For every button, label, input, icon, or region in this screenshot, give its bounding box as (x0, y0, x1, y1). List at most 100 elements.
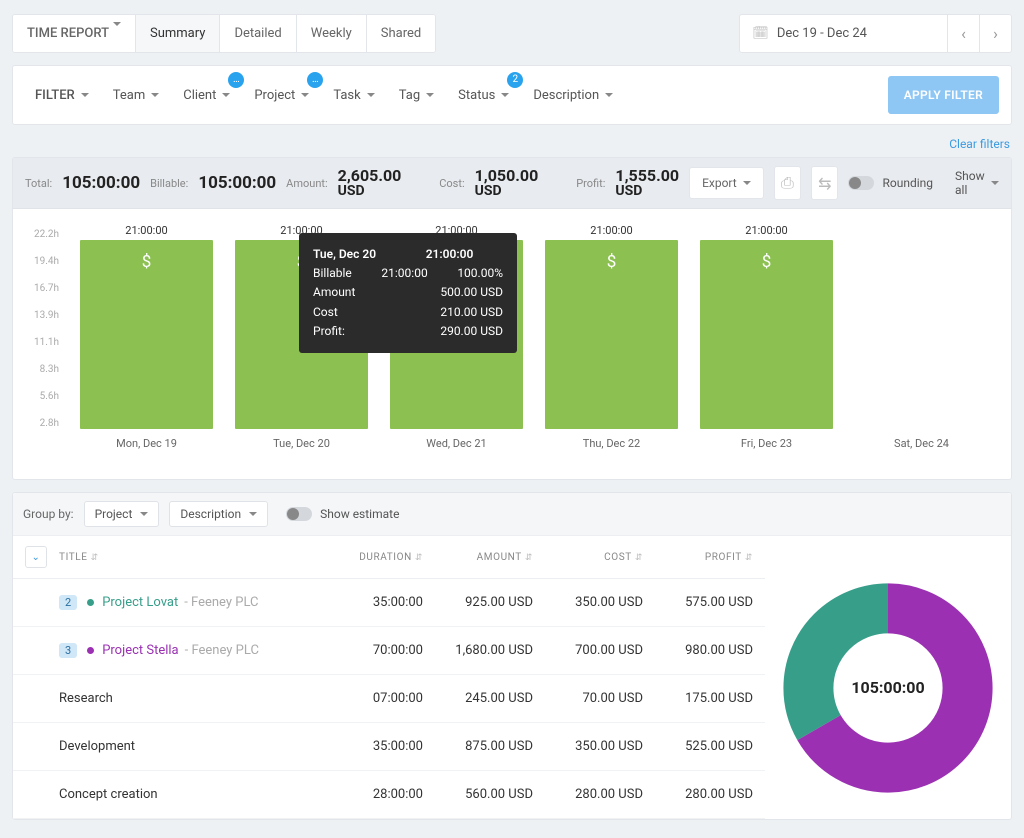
group-by-label: Group by: (23, 507, 74, 521)
filter-badge: … (228, 72, 244, 88)
time-report-dropdown[interactable]: TIME REPORT (13, 15, 136, 52)
caret-down-icon (81, 93, 89, 97)
print-button[interactable]: ⎙ (774, 166, 801, 200)
top-bar: TIME REPORT Summary Detailed Weekly Shar… (0, 0, 1024, 53)
tab-summary[interactable]: Summary (136, 15, 220, 52)
show-estimate-toggle[interactable] (286, 507, 312, 521)
col-cost[interactable]: COST⇵ (533, 552, 643, 563)
dollar-icon: $ (762, 252, 772, 272)
apply-filter-button[interactable]: APPLY FILTER (888, 76, 999, 114)
bar[interactable]: $ (700, 240, 833, 429)
amount-label: Amount: (286, 177, 328, 190)
show-all-dropdown[interactable]: Show all (955, 169, 999, 197)
sort-icon: ⇵ (415, 553, 423, 563)
caret-down-icon (140, 512, 148, 516)
table-row[interactable]: Research07:00:00245.00 USD70.00 USD175.0… (13, 675, 765, 723)
export-button[interactable]: Export (689, 167, 764, 199)
cost-label: Cost: (439, 177, 464, 190)
col-duration[interactable]: DURATION⇵ (313, 552, 423, 563)
sort-icon: ⇵ (745, 553, 753, 563)
caret-down-icon (301, 93, 309, 97)
col-profit[interactable]: PROFIT⇵ (643, 552, 753, 563)
cost-value: 1,050.00USD (475, 167, 539, 200)
report-tabs: TIME REPORT Summary Detailed Weekly Shar… (12, 14, 436, 53)
caret-down-icon (222, 93, 230, 97)
tab-weekly[interactable]: Weekly (297, 15, 367, 52)
count-badge: 2 (59, 595, 77, 610)
x-axis-labels: Mon, Dec 19Tue, Dec 20Wed, Dec 21Thu, De… (69, 437, 999, 450)
bar-column[interactable]: 21:00:00$ (69, 240, 224, 429)
caret-down-icon (367, 93, 375, 97)
caret-down-icon (426, 93, 434, 97)
clear-filters-link[interactable]: Clear filters (0, 137, 1010, 151)
share-button[interactable]: ⇆ (811, 166, 838, 200)
profit-label: Profit: (576, 177, 605, 190)
chart-card: Total: 105:00:00 Billable: 105:00:00 Amo… (12, 157, 1012, 480)
filter-card: FILTER Team Client… Project… Task Tag St… (12, 65, 1012, 125)
tab-shared[interactable]: Shared (367, 15, 435, 52)
sort-icon: ⇵ (525, 553, 533, 563)
caret-down-icon (151, 93, 159, 97)
filter-task[interactable]: Task (323, 78, 384, 113)
sort-icon: ⇵ (91, 553, 99, 563)
group-by-primary[interactable]: Project (84, 501, 160, 527)
date-range-group: 🗓 Dec 19 - Dec 24 ‹ › (739, 14, 1012, 53)
table-row[interactable]: 3Project Stella - Feeney PLC70:00:001,68… (13, 627, 765, 675)
bar-column[interactable]: 21:00:00$ (689, 240, 844, 429)
caret-down-icon (605, 93, 613, 97)
table: ⌄ TITLE⇵ DURATION⇵ AMOUNT⇵ COST⇵ PROFIT⇵… (13, 536, 765, 819)
table-row[interactable]: Development35:00:00875.00 USD350.00 USD5… (13, 723, 765, 771)
collapse-all-button[interactable]: ⌄ (25, 546, 47, 568)
filter-badge: 2 (507, 72, 523, 88)
bar[interactable]: $ (545, 240, 678, 429)
dollar-icon: $ (607, 252, 617, 272)
date-range-selector[interactable]: 🗓 Dec 19 - Dec 24 (739, 14, 948, 53)
filter-tag[interactable]: Tag (389, 78, 444, 113)
y-axis: 22.2h19.4h16.7h13.9h11.1h8.3h5.6h2.8h (17, 229, 65, 429)
caret-down-icon (249, 512, 257, 516)
filter-project[interactable]: Project… (244, 78, 319, 113)
print-icon: ⎙ (781, 173, 794, 193)
prev-range-button[interactable]: ‹ (948, 14, 980, 53)
filter-bar: FILTER Team Client… Project… Task Tag St… (13, 66, 1011, 124)
bar-column[interactable]: 21:00:00$ (534, 240, 689, 429)
profit-value: 1,555.00USD (615, 167, 679, 200)
filter-team[interactable]: Team (103, 78, 170, 113)
group-by-secondary[interactable]: Description (169, 501, 268, 527)
tab-detailed[interactable]: Detailed (220, 15, 296, 52)
total-value: 105:00:00 (62, 173, 140, 193)
chart-tooltip: Tue, Dec 2021:00:00Billable21:00:00100.0… (299, 233, 517, 353)
rounding-toggle[interactable] (848, 176, 874, 190)
count-badge: 3 (59, 643, 77, 658)
caret-down-icon (113, 22, 121, 41)
donut-chart: 105:00:00 (783, 583, 993, 793)
amount-value: 2,605.00USD (338, 167, 402, 200)
rounding-toggle-wrap: Rounding (848, 176, 933, 190)
table-row[interactable]: 2Project Lovat - Feeney PLC35:00:00925.0… (13, 579, 765, 627)
filter-status[interactable]: Status2 (448, 78, 519, 113)
table-header: ⌄ TITLE⇵ DURATION⇵ AMOUNT⇵ COST⇵ PROFIT⇵ (13, 536, 765, 579)
project-color-dot (87, 599, 94, 606)
group-by-bar: Group by: Project Description Show estim… (13, 493, 1011, 536)
donut-chart-wrap: 105:00:00 (765, 536, 1011, 819)
filter-client[interactable]: Client… (173, 78, 240, 113)
dollar-icon: $ (142, 252, 152, 272)
billable-value: 105:00:00 (198, 173, 276, 193)
total-label: Total: (25, 177, 52, 190)
col-title[interactable]: TITLE⇵ (59, 552, 313, 563)
next-range-button[interactable]: › (980, 14, 1012, 53)
bar-chart: 22.2h19.4h16.7h13.9h11.1h8.3h5.6h2.8h 21… (13, 209, 1011, 479)
chart-bars: 21:00:00$21:00:00$21:00:00$21:00:00$21:0… (69, 229, 999, 429)
table-donut-wrap: ⌄ TITLE⇵ DURATION⇵ AMOUNT⇵ COST⇵ PROFIT⇵… (13, 536, 1011, 819)
filter-description[interactable]: Description (523, 78, 623, 113)
filter-dropdown[interactable]: FILTER (25, 78, 99, 113)
bar[interactable]: $ (80, 240, 213, 429)
table-row[interactable]: Concept creation28:00:00560.00 USD280.00… (13, 771, 765, 819)
caret-down-icon (501, 93, 509, 97)
billable-label: Billable: (150, 177, 188, 190)
share-icon: ⇆ (818, 174, 831, 193)
show-estimate-toggle-wrap: Show estimate (286, 507, 399, 521)
calendar-icon: 🗓 (752, 26, 769, 41)
donut-center-label: 105:00:00 (783, 583, 993, 793)
col-amount[interactable]: AMOUNT⇵ (423, 552, 533, 563)
